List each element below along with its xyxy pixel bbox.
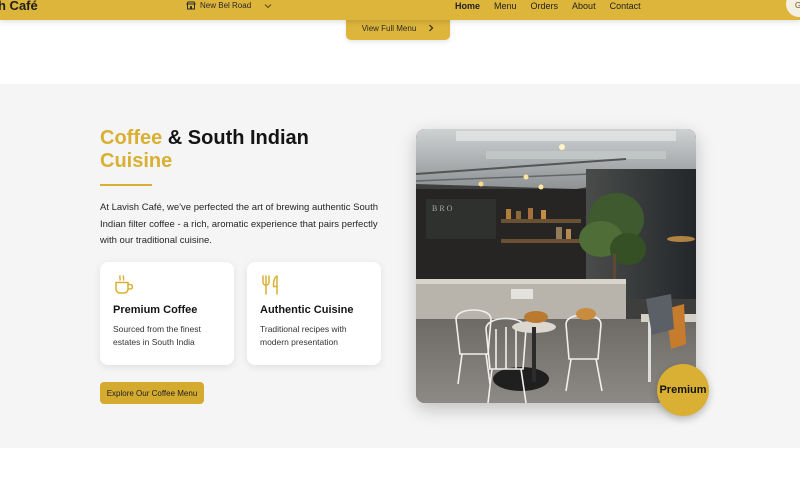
chevron-down-icon [264,3,272,9]
svg-text:B R O: B R O [432,204,453,213]
heading-highlight: Coffee [100,127,163,149]
feature-card-authentic-cuisine: Authentic Cuisine Traditional recipes wi… [247,262,381,365]
cafe-interior-photo: B R O [416,129,696,403]
card-description: Traditional recipes with modern presenta… [260,324,347,347]
heading-line-two: Cuisine [100,150,173,172]
explore-coffee-menu-label: Explore Our Coffee Menu [106,388,198,398]
fork-knife-icon [260,274,282,296]
store-icon [186,1,196,10]
card-title: Authentic Cuisine [260,304,354,316]
coffee-cup-icon [113,274,135,296]
explore-coffee-menu-button[interactable]: Explore Our Coffee Menu [100,382,204,404]
location-label: New Bel Road [200,1,252,10]
section-intro-text: At Lavish Café, we've perfected the art … [100,202,379,246]
user-account-initial: G [795,1,800,10]
view-full-menu-label: View Full Menu [361,23,417,33]
nav-link-contact[interactable]: Contact [610,1,641,11]
main-nav: Home Menu Orders About Contact [455,0,655,11]
nav-link-menu[interactable]: Menu [494,1,517,11]
nav-link-home[interactable]: Home [455,1,480,11]
user-account-button[interactable]: G [786,0,800,17]
premium-badge: Premium [657,364,709,416]
card-title: Premium Coffee [113,304,198,316]
feature-card-premium-coffee: Premium Coffee Sourced from the finest e… [100,262,234,365]
coffee-section: Coffee & South Indian Cuisine At Lavish … [0,84,800,448]
section-heading: Coffee & South Indian Cuisine [100,127,360,173]
top-navbar: h Café New Bel Road Home Menu Orders Abo… [0,0,800,20]
location-selector[interactable]: New Bel Road [186,0,272,11]
chevron-right-icon [428,24,434,32]
card-description: Sourced from the finest estates in South… [113,324,201,347]
heading-rest: & South Indian [162,127,309,149]
nav-link-orders[interactable]: Orders [531,1,559,11]
nav-link-about[interactable]: About [572,1,596,11]
premium-badge-label: Premium [659,384,707,396]
brand-logo-text[interactable]: h Café [0,0,38,13]
heading-underline [100,184,152,186]
